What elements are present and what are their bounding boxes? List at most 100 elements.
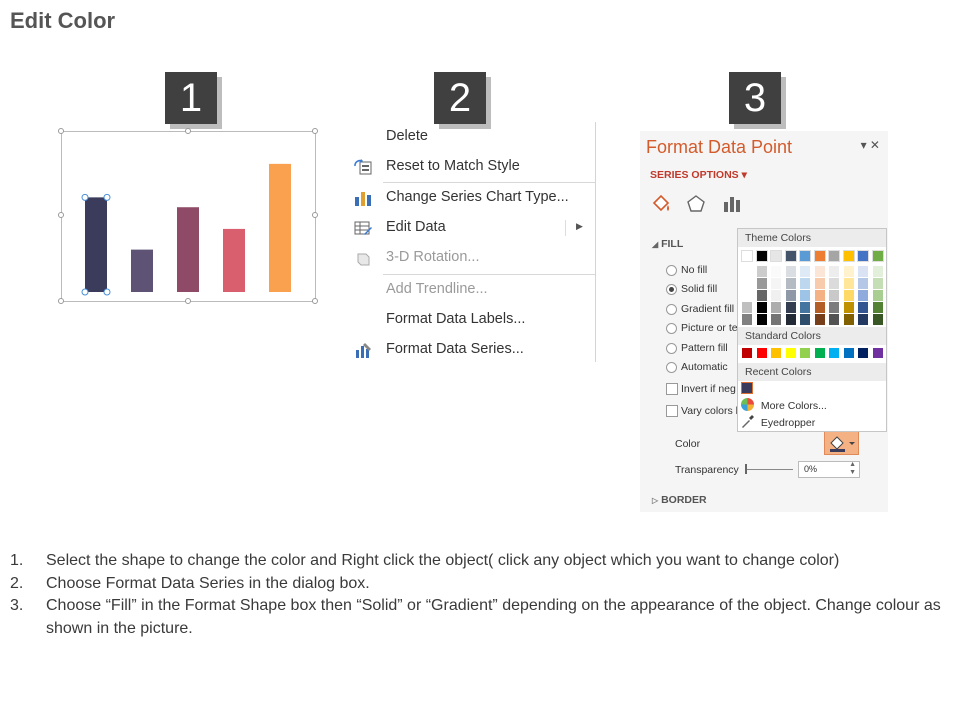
- option-picture-fill[interactable]: Picture or te: [666, 322, 738, 334]
- theme-shade-swatch[interactable]: [872, 314, 883, 325]
- theme-shade-swatch[interactable]: [858, 314, 868, 325]
- theme-color-swatch[interactable]: [799, 250, 811, 262]
- theme-shade-swatch[interactable]: [756, 266, 767, 277]
- bar-2[interactable]: [131, 249, 153, 292]
- bar-1[interactable]: [85, 197, 107, 292]
- option-pattern-fill[interactable]: Pattern fill: [666, 342, 728, 354]
- menu-item-reset-style[interactable]: Reset to Match Style: [347, 152, 595, 182]
- theme-shade-swatch[interactable]: [742, 278, 752, 289]
- standard-color-swatch[interactable]: [785, 348, 796, 358]
- theme-shade-swatch[interactable]: [814, 314, 825, 325]
- theme-shade-swatch[interactable]: [756, 314, 767, 325]
- menu-item-change-chart-type[interactable]: Change Series Chart Type...: [347, 183, 595, 213]
- standard-color-swatch[interactable]: [814, 348, 825, 358]
- theme-shade-swatch[interactable]: [843, 278, 854, 289]
- theme-shade-swatch[interactable]: [785, 302, 796, 313]
- resize-handle[interactable]: [312, 298, 318, 304]
- theme-shade-swatch[interactable]: [785, 290, 796, 301]
- theme-shade-swatch[interactable]: [814, 302, 825, 313]
- theme-shade-swatch[interactable]: [785, 314, 796, 325]
- resize-handle[interactable]: [185, 298, 191, 304]
- slider-thumb[interactable]: [745, 464, 747, 474]
- theme-shade-swatch[interactable]: [800, 290, 810, 301]
- resize-handle[interactable]: [185, 128, 191, 134]
- menu-item-format-data-labels[interactable]: Format Data Labels...: [347, 305, 595, 335]
- theme-shade-swatch[interactable]: [858, 278, 868, 289]
- selection-handle[interactable]: [81, 193, 89, 201]
- theme-color-swatch[interactable]: [871, 250, 884, 262]
- theme-shade-swatch[interactable]: [843, 290, 854, 301]
- resize-handle[interactable]: [312, 128, 318, 134]
- standard-color-swatch[interactable]: [771, 348, 781, 358]
- series-options-icon[interactable]: [721, 193, 743, 215]
- resize-handle[interactable]: [58, 212, 64, 218]
- theme-shade-swatch[interactable]: [771, 290, 781, 301]
- theme-shade-swatch[interactable]: [800, 278, 810, 289]
- fill-line-icon[interactable]: [650, 193, 672, 215]
- bar-chart[interactable]: [62, 132, 315, 301]
- theme-shade-swatch[interactable]: [742, 314, 752, 325]
- checkbox-vary-colors[interactable]: Vary colors b: [666, 405, 742, 417]
- effects-icon[interactable]: [685, 193, 707, 215]
- menu-item-format-data-series[interactable]: Format Data Series...: [347, 335, 595, 365]
- theme-shade-swatch[interactable]: [829, 314, 839, 325]
- theme-color-swatch[interactable]: [741, 250, 753, 262]
- standard-color-swatch[interactable]: [843, 348, 854, 358]
- theme-shade-swatch[interactable]: [872, 302, 883, 313]
- theme-shade-swatch[interactable]: [843, 266, 854, 277]
- selection-handle[interactable]: [81, 288, 89, 296]
- more-colors-item[interactable]: More Colors...: [741, 398, 827, 412]
- bar-5[interactable]: [269, 163, 291, 292]
- theme-shade-swatch[interactable]: [872, 266, 883, 277]
- theme-shade-swatch[interactable]: [742, 290, 752, 301]
- theme-shade-swatch[interactable]: [814, 266, 825, 277]
- chart-area[interactable]: [58, 128, 318, 304]
- theme-color-swatch[interactable]: [842, 250, 855, 262]
- theme-shade-swatch[interactable]: [756, 278, 767, 289]
- theme-color-swatch[interactable]: [828, 250, 840, 262]
- standard-color-swatch[interactable]: [872, 348, 883, 358]
- theme-shade-swatch[interactable]: [814, 278, 825, 289]
- standard-color-swatch[interactable]: [756, 348, 767, 358]
- theme-shade-swatch[interactable]: [800, 266, 810, 277]
- series-options-dropdown[interactable]: SERIES OPTIONS ▾: [650, 169, 747, 181]
- resize-handle[interactable]: [312, 212, 318, 218]
- recent-color-swatch[interactable]: [741, 382, 753, 394]
- fill-section-header[interactable]: ◢ FILL: [652, 238, 683, 250]
- theme-shade-swatch[interactable]: [829, 266, 839, 277]
- theme-shade-swatch[interactable]: [872, 290, 883, 301]
- theme-color-swatch[interactable]: [755, 250, 768, 262]
- selection-handle[interactable]: [103, 193, 111, 201]
- theme-shade-swatch[interactable]: [771, 314, 781, 325]
- option-automatic[interactable]: Automatic: [666, 361, 728, 373]
- theme-shade-swatch[interactable]: [858, 290, 868, 301]
- option-gradient-fill[interactable]: Gradient fill: [666, 303, 734, 315]
- theme-shade-swatch[interactable]: [858, 266, 868, 277]
- theme-shade-swatch[interactable]: [800, 302, 810, 313]
- theme-shade-swatch[interactable]: [785, 266, 796, 277]
- menu-item-delete[interactable]: Delete: [347, 122, 595, 152]
- resize-handle[interactable]: [58, 298, 64, 304]
- standard-color-swatch[interactable]: [800, 348, 810, 358]
- checkbox-invert-if-negative[interactable]: Invert if neg: [666, 383, 736, 395]
- theme-shade-swatch[interactable]: [829, 302, 839, 313]
- theme-shade-swatch[interactable]: [843, 314, 854, 325]
- border-section-header[interactable]: ▷ BORDER: [652, 494, 707, 506]
- bar-3[interactable]: [177, 207, 199, 292]
- theme-shade-swatch[interactable]: [843, 302, 854, 313]
- eyedropper-item[interactable]: Eyedropper: [741, 415, 815, 429]
- menu-item-edit-data[interactable]: Edit Data ▶: [347, 213, 595, 243]
- standard-color-swatch[interactable]: [742, 348, 752, 358]
- resize-handle[interactable]: [58, 128, 64, 134]
- theme-shade-swatch[interactable]: [872, 278, 883, 289]
- theme-shade-swatch[interactable]: [771, 278, 781, 289]
- theme-color-swatch[interactable]: [770, 250, 782, 262]
- standard-color-swatch[interactable]: [858, 348, 868, 358]
- transparency-input[interactable]: 0% ▲ ▼: [798, 461, 860, 478]
- theme-shade-swatch[interactable]: [742, 302, 752, 313]
- option-solid-fill[interactable]: Solid fill: [666, 283, 717, 295]
- theme-shade-swatch[interactable]: [771, 302, 781, 313]
- pane-close-button[interactable]: ▾ ✕: [861, 138, 880, 152]
- theme-shade-swatch[interactable]: [785, 278, 796, 289]
- bar-4[interactable]: [223, 228, 245, 292]
